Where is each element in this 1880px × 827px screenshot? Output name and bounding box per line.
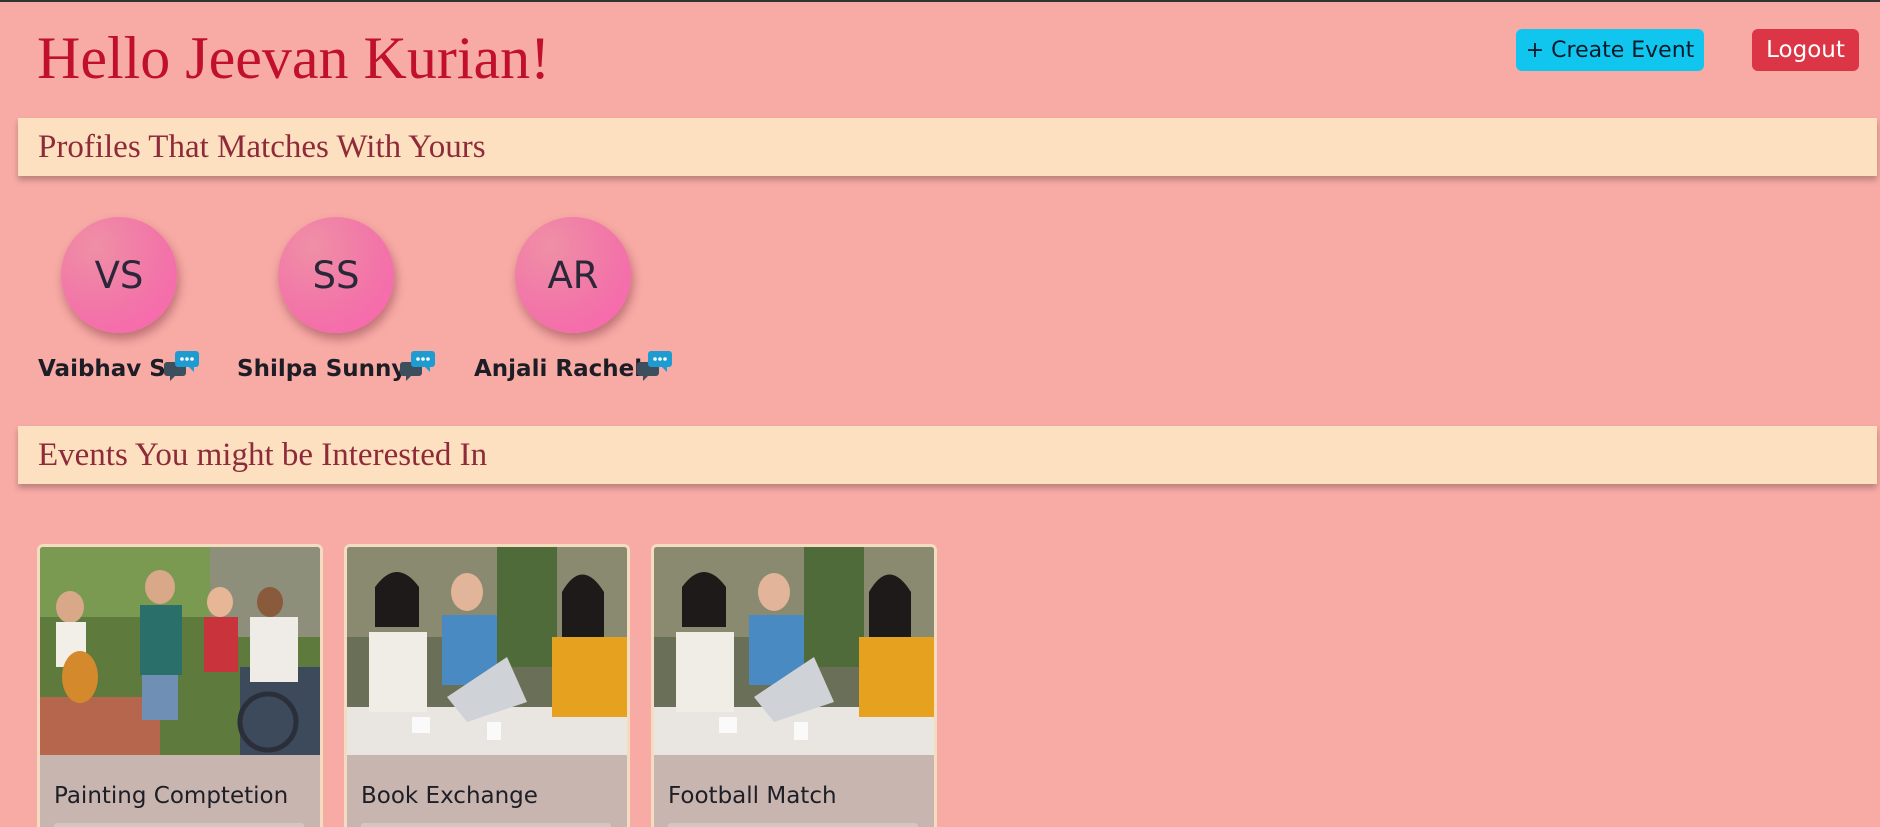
event-card-book-exchange[interactable]: Book Exchange — [344, 544, 630, 827]
profile-avatar-vaibhav[interactable]: VS — [61, 217, 177, 333]
profile-avatar-anjali[interactable]: AR — [515, 217, 631, 333]
event-subtext-placeholder — [361, 823, 611, 827]
chat-bubbles-icon[interactable] — [164, 350, 200, 382]
events-section-header: Events You might be Interested In — [18, 426, 1877, 484]
profiles-section-header: Profiles That Matches With Yours — [18, 118, 1877, 176]
profiles-section-title: Profiles That Matches With Yours — [38, 128, 486, 165]
logout-button[interactable]: Logout — [1752, 29, 1859, 71]
event-title: Book Exchange — [361, 783, 538, 809]
chat-bubbles-icon[interactable] — [400, 350, 436, 382]
event-title: Painting Comptetion — [54, 783, 289, 809]
greeting-heading: Hello Jeevan Kurian! — [37, 25, 551, 91]
event-subtext-placeholder — [668, 823, 918, 827]
events-section-title: Events You might be Interested In — [38, 436, 488, 473]
event-image-people-at-cafe — [347, 547, 627, 755]
event-title: Football Match — [668, 783, 837, 809]
profile-avatar-shilpa[interactable]: SS — [278, 217, 394, 333]
profile-name-shilpa: Shilpa Sunny — [237, 356, 407, 382]
event-card-painting[interactable]: Painting Comptetion — [37, 544, 323, 827]
profile-name-vaibhav: Vaibhav S — [38, 356, 166, 382]
event-image-people-at-cafe — [654, 547, 934, 755]
create-event-button[interactable]: + Create Event — [1516, 29, 1704, 71]
chat-bubbles-icon[interactable] — [637, 350, 673, 382]
profile-name-anjali: Anjali Rachel — [474, 356, 643, 382]
event-subtext-placeholder — [54, 823, 304, 827]
event-image-friends-with-guitar — [40, 547, 320, 755]
event-card-football-match[interactable]: Football Match — [651, 544, 937, 827]
